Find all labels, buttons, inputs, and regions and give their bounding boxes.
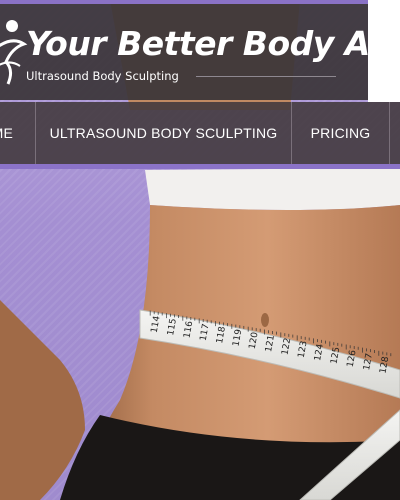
white-top (145, 168, 400, 210)
nav-item-more[interactable] (390, 102, 400, 164)
nav-item-home[interactable]: ME (0, 102, 36, 164)
logo-icon[interactable] (0, 18, 28, 88)
header-corner (368, 0, 400, 102)
main-nav: ME ULTRASOUND BODY SCULPTING PRICING (0, 102, 400, 169)
site-header: Your Better Body AZ Ultrasound Body Scul… (0, 0, 394, 100)
tagline-divider (196, 76, 336, 77)
nav-item-label: ULTRASOUND BODY SCULPTING (49, 125, 278, 141)
nav-item-pricing[interactable]: PRICING (292, 102, 390, 164)
nav-item-label: PRICING (310, 125, 371, 141)
nav-item-label: ME (0, 125, 13, 141)
site-tagline: Ultrasound Body Sculpting (26, 69, 179, 83)
site-title[interactable]: Your Better Body AZ (26, 24, 394, 63)
nav-item-ultrasound-body-sculpting[interactable]: ULTRASOUND BODY SCULPTING (36, 102, 292, 164)
